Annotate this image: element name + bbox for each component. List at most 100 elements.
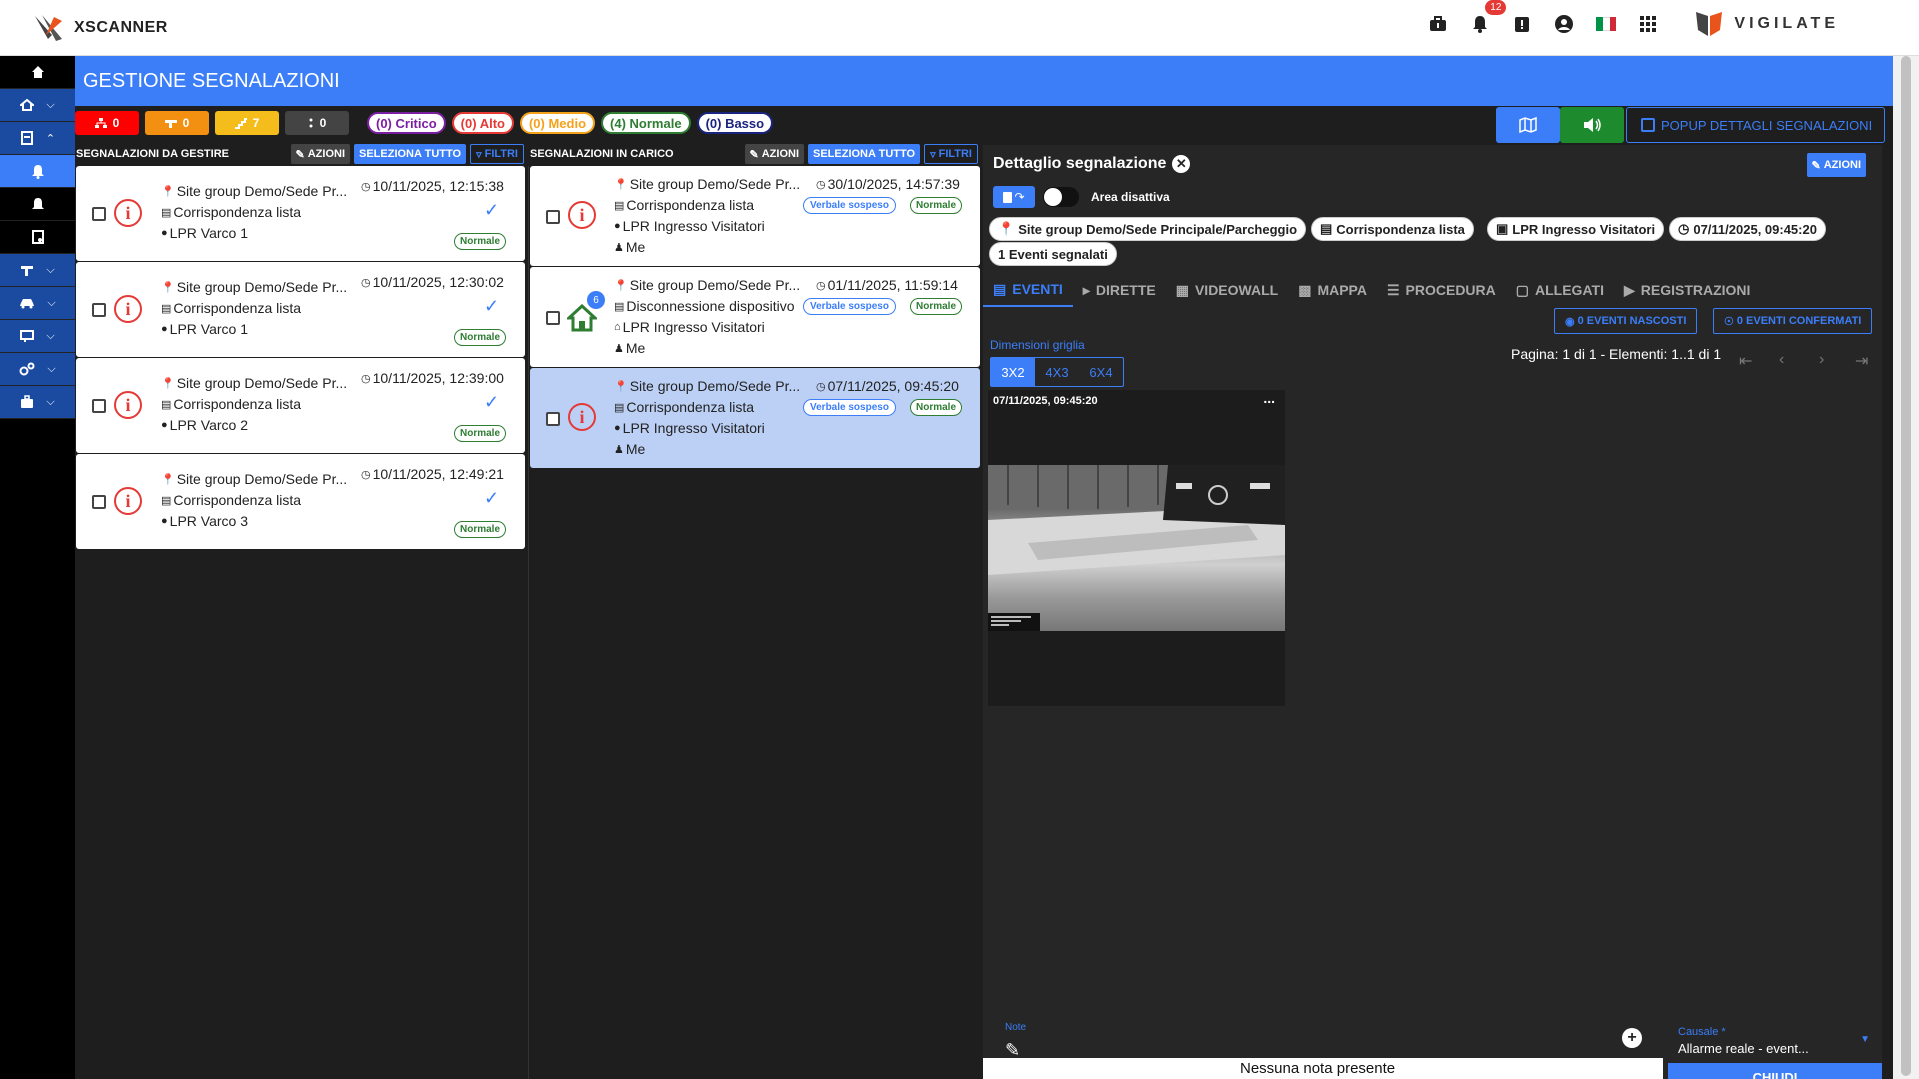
alert-card[interactable]: i 📍 Site group Demo/Sede Pr... ◷ 10/11/202… [76,262,525,357]
italian-flag-icon[interactable] [1594,12,1618,36]
confirmed-events-button[interactable]: ☉ 0 EVENTI CONFERMATI [1713,308,1873,334]
mid-select-all-button[interactable]: SELEZIONA TUTTO [808,144,921,164]
filter-alto[interactable]: (0) Alto [451,112,514,134]
alert-gate: ● LPR Varco 3 [161,513,248,529]
account-icon[interactable] [1552,12,1576,36]
alert-date-text: 10/11/2025, 12:30:02 [372,274,504,290]
sidebar-item-reports[interactable]: ⌃ [0,122,75,155]
alert-site: 📍 Site group Demo/Sede Pr... [614,378,800,394]
tab-label: MAPPA [1317,282,1367,298]
assign-user-icon[interactable]: ✓ [484,296,499,317]
filter-medio[interactable]: (0) Medio [519,112,596,134]
area-mode-button[interactable]: ↷ [993,186,1035,208]
sidebar-item-settings[interactable]: ⌵ [0,353,75,386]
filter-critico[interactable]: (0) Critico [367,112,446,134]
scrollbar-thumb[interactable] [1901,56,1911,1076]
grid-3x2-button[interactable]: 3X2 [991,358,1035,386]
alert-card[interactable]: i 📍 Site group Demo/Sede Pr... ◷ 10/11/202… [76,454,525,549]
causale-select[interactable]: Causale * Allarme reale - event... ▼ [1668,1022,1882,1062]
page-scrollbar[interactable] [1893,56,1919,1079]
status-badge: Verbale sospeso [803,197,896,214]
grid-4x3-button[interactable]: 4X3 [1035,358,1079,386]
no-notes-text: Nessuna nota presente [1240,1060,1396,1077]
area-toggle[interactable] [1043,187,1079,207]
detail-actions-button[interactable]: ✎ AZIONI [1806,153,1866,177]
bell-icon[interactable]: 12 [1468,0,1507,36]
sound-button[interactable] [1560,107,1624,143]
popup-details-toggle[interactable]: POPUP DETTAGLI SEGNALAZIONI [1626,107,1885,143]
tab-mappa[interactable]: ▩ MAPPA [1288,273,1377,307]
filter-normale[interactable]: (4) Normale [601,112,691,134]
briefcase-icon[interactable] [1426,12,1450,36]
alert-gate-text: LPR Varco 1 [169,321,248,337]
assign-user-icon[interactable]: ✓ [484,392,499,413]
filter-basso[interactable]: (0) Basso [696,112,774,134]
assigned-alert-card[interactable]: 6 📍 Site group Demo/Sede Pr... ◷ 01/11/202… [530,267,980,367]
severity-medium-count[interactable]: 7 [215,111,279,135]
prev-page-icon[interactable]: ‹ [1779,351,1784,369]
more-options-icon[interactable]: ... [1263,390,1275,406]
events-icon: ▤ [993,280,1007,297]
alert-checkbox[interactable] [92,495,106,509]
alert-date: ◷ 30/10/2025, 14:57:39 [816,176,960,192]
alert-date-text: 30/10/2025, 14:57:39 [827,176,960,192]
clipboard-alert-icon[interactable] [1510,12,1534,36]
stairs-icon [234,117,247,129]
event-card[interactable]: 07/11/2025, 09:45:20 ... [988,390,1285,706]
alert-checkbox[interactable] [546,311,560,325]
sidebar-item-vehicles[interactable]: ⌵ [0,287,75,320]
tab-label: REGISTRAZIONI [1640,282,1751,298]
tab-registrazioni[interactable]: ▶ REGISTRAZIONI [1614,273,1760,307]
sidebar-item-barriers[interactable]: ⌵ [0,254,75,287]
app-logo[interactable]: XSCANNER [32,13,168,43]
apps-grid-icon[interactable] [1636,12,1660,36]
close-alert-button[interactable]: CHIUDI [1668,1063,1882,1079]
left-filters-button[interactable]: ▿ FILTRI [470,144,524,164]
assign-user-icon[interactable]: ✓ [484,200,499,221]
next-page-icon[interactable]: › [1819,351,1824,369]
sidebar-item-alarms[interactable] [0,155,75,188]
add-note-icon[interactable]: + [1622,1028,1642,1048]
alert-checkbox[interactable] [92,303,106,317]
hidden-events-button[interactable]: ◉ 0 EVENTI NASCOSTI [1554,308,1698,334]
alert-checkbox[interactable] [92,207,106,221]
assign-user-icon[interactable]: ✓ [484,488,499,509]
map-button[interactable] [1496,107,1560,143]
mid-actions-button[interactable]: ✎ AZIONI [744,144,804,164]
alert-checkbox[interactable] [546,412,560,426]
sidebar-item-documents[interactable] [0,221,75,254]
type-chip-text: Corrispondenza lista [1336,221,1465,237]
event-camera-image[interactable] [988,465,1285,631]
assigned-alert-card[interactable]: i 📍 Site group Demo/Sede Pr... ◷ 30/10/202… [530,166,980,266]
location-pin-icon: 📍 [614,178,628,191]
alert-card[interactable]: i 📍 Site group Demo/Sede Pr... ◷ 10/11/202… [76,358,525,453]
last-page-icon[interactable]: ⇥ [1855,351,1868,371]
tab-eventi[interactable]: ▤ EVENTI [983,273,1073,307]
grid-6x4-button[interactable]: 6X4 [1079,358,1123,386]
sidebar-item-sites[interactable]: ⌵ [0,89,75,122]
alert-checkbox[interactable] [92,399,106,413]
tab-videowall[interactable]: ▦ VIDEOWALL [1166,273,1288,307]
alert-card[interactable]: i 📍 Site group Demo/Sede Pr... ◷ 10/11/202… [76,166,525,261]
close-icon[interactable]: ✕ [1172,155,1191,173]
mid-filters-button[interactable]: ▿ FILTRI [924,144,978,164]
tab-dirette[interactable]: ▸ DIRETTE [1073,273,1166,307]
sidebar-item-toolbox[interactable]: ⌵ [0,386,75,419]
left-select-all-button[interactable]: SELEZIONA TUTTO [354,144,467,164]
alert-checkbox[interactable] [546,210,560,224]
severity-critical-count[interactable]: 0 [75,111,139,135]
first-page-icon[interactable]: ⇤ [1739,351,1752,371]
popup-checkbox[interactable] [1641,118,1655,132]
grid-size-label: Dimensioni griglia [990,338,1085,352]
sidebar-item-home[interactable] [0,56,75,89]
alert-site-text: Site group Demo/Sede Pr... [176,471,348,487]
severity-high-count[interactable]: 0 [145,111,209,135]
tab-allegati[interactable]: ▢ ALLEGATI [1506,273,1614,307]
bell-small-icon [31,198,44,209]
left-actions-button[interactable]: ✎ AZIONI [290,144,350,164]
sidebar-item-gates[interactable]: ⌵ [0,320,75,353]
severity-low-count[interactable]: 0 [285,111,349,135]
sidebar-item-notifications[interactable] [0,188,75,221]
tab-procedura[interactable]: ☰ PROCEDURA [1377,273,1506,307]
assigned-alert-card-selected[interactable]: i 📍 Site group Demo/Sede Pr... ◷ 07/11/202… [530,368,980,468]
